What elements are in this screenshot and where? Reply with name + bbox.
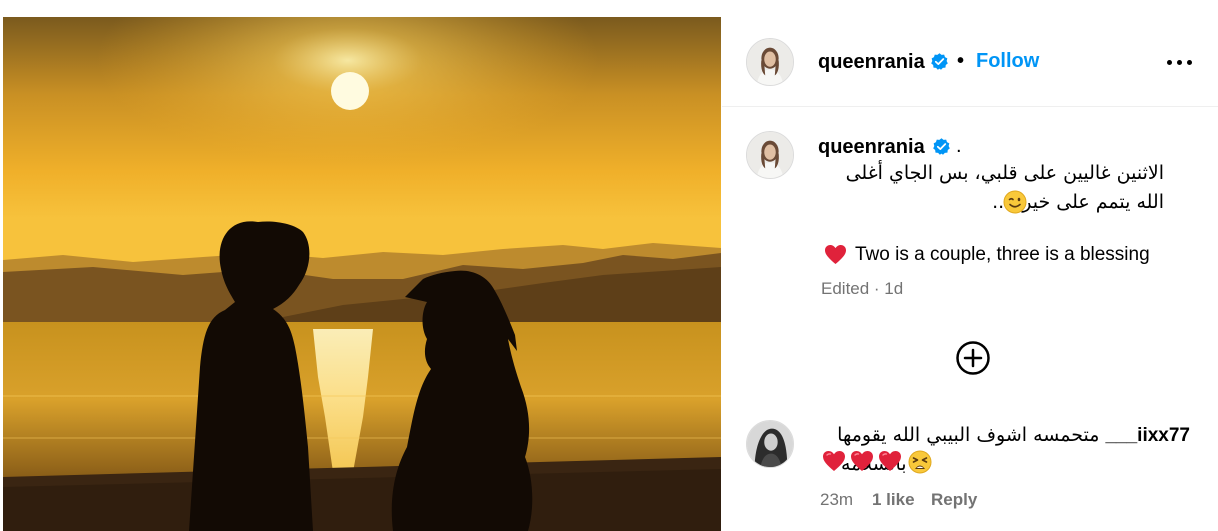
tired-face-emoji [908,450,932,474]
post-photo[interactable] [3,17,721,531]
verified-badge-icon [930,52,949,71]
red-heart-emoji [878,450,902,474]
author-avatar[interactable] [746,38,794,86]
caption-arabic-line-2: الله يتمم على خير..... [992,191,1164,213]
header-separator: • [957,50,965,72]
post-side-panel: queenrania • Follow queenrania . الاثنين… [722,17,1218,531]
red-heart-emoji [850,450,874,474]
caption-edited-time: Edited · 1d [821,279,904,298]
comment-text-line-1: متحمسه اشوف البيبي الله يقومها [837,424,1100,446]
comment-time: 23m [820,490,854,509]
author-username[interactable]: queenrania [818,51,925,74]
commenter-avatar[interactable] [746,420,794,468]
sunset-silhouette-image [3,17,721,531]
commenter-username[interactable]: iixx77___ [1105,425,1190,446]
post-header: queenrania • Follow [722,17,1218,107]
more-horizontal-icon[interactable] [1166,50,1194,74]
instagram-post-view: queenrania • Follow queenrania . الاثنين… [0,0,1218,531]
plus-circle-icon[interactable] [955,340,991,376]
red-heart-emoji [824,244,847,265]
caption-author-avatar[interactable] [746,131,794,179]
follow-button[interactable]: Follow [976,50,1039,73]
caption-dot: . [956,135,962,157]
comment-line-1: iixx77___ متحمسه اشوف البيبي الله يقومها [818,424,1190,447]
caption-username[interactable]: queenrania [818,136,925,159]
winking-face-emoji [1003,190,1027,214]
caption-english-text: Two is a couple, three is a blessing [855,244,1150,265]
caption-arabic-line-1: الاثنين غاليين على قلبي، بس الجاي أغلى [845,162,1164,184]
comment-reply-button[interactable]: Reply [931,490,977,510]
comment-likes-button[interactable]: 1 like [872,490,915,510]
red-heart-emoji [822,450,846,474]
verified-badge-icon [932,137,951,156]
